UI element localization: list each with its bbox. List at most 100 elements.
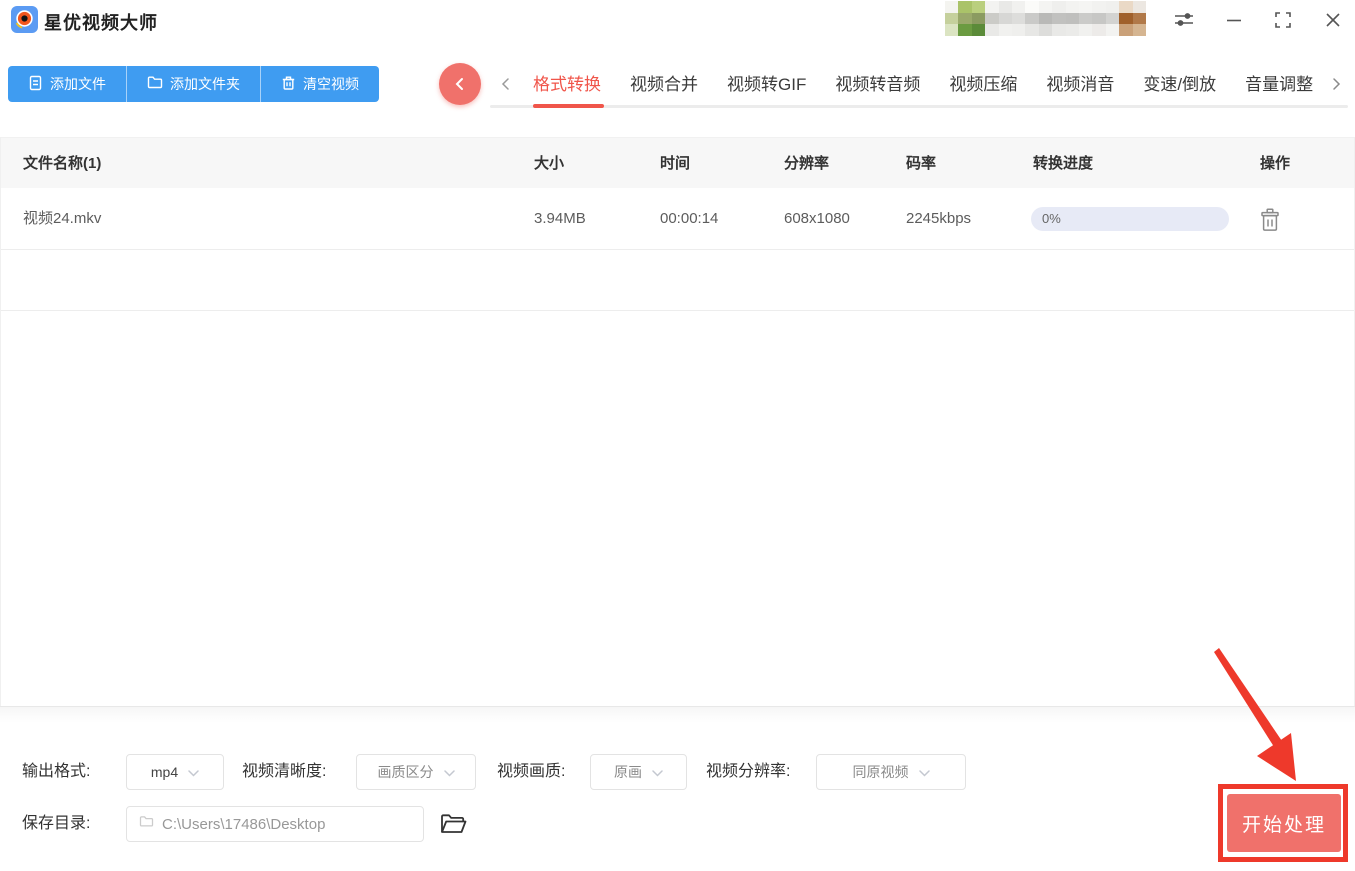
- chevron-down-icon: [188, 764, 199, 780]
- app-window: 星优视频大师 添加文件 添加文件夹 清空视频 格式转换 视频合并 视频转GIF …: [0, 0, 1355, 871]
- blur-pixel: [985, 1, 999, 13]
- blur-pixel: [971, 1, 986, 13]
- blur-pixel: [1052, 12, 1066, 25]
- blur-pixel: [958, 12, 972, 25]
- blur-pixel: [1052, 1, 1066, 13]
- save-dir-value: C:\Users\17486\Desktop: [162, 815, 326, 833]
- cell-resolution: 608x1080: [784, 210, 850, 227]
- close-button[interactable]: [1319, 6, 1347, 34]
- file-table: 文件名称(1) 大小 时间 分辨率 码率 转换进度 操作 视频24.mkv 3.…: [0, 137, 1355, 706]
- blur-pixel: [1119, 24, 1133, 36]
- blur-pixel: [1038, 1, 1053, 13]
- empty-row: [1, 250, 1354, 311]
- blur-pixel: [1011, 12, 1026, 25]
- tabs-scroll-left-icon[interactable]: [495, 74, 515, 94]
- blur-pixel: [945, 12, 959, 25]
- tab-volume-adjust[interactable]: 音量调整: [1245, 70, 1313, 95]
- blur-pixel: [1078, 24, 1093, 36]
- clear-videos-button[interactable]: 清空视频: [260, 66, 379, 102]
- save-dir-label: 保存目录:: [22, 815, 91, 832]
- settings-sliders-icon[interactable]: [1170, 6, 1198, 34]
- tabs-scroll-right-icon[interactable]: [1326, 74, 1346, 94]
- tab-format-convert[interactable]: 格式转换: [533, 70, 601, 95]
- file-toolbar: 添加文件 添加文件夹 清空视频: [8, 66, 379, 102]
- blur-pixel: [971, 24, 986, 36]
- blur-pixel: [958, 1, 972, 13]
- header-resolution: 分辨率: [784, 155, 830, 172]
- progress-bar: 0%: [1031, 207, 1229, 231]
- quality-label: 视频画质:: [497, 763, 566, 780]
- header-size: 大小: [534, 155, 565, 172]
- blur-pixel: [1132, 1, 1146, 13]
- header-filename: 文件名称(1): [23, 155, 102, 172]
- app-title: 星优视频大师: [44, 13, 158, 33]
- app-logo-icon: [11, 6, 38, 33]
- table-row: 视频24.mkv 3.94MB 00:00:14 608x1080 2245kb…: [1, 188, 1354, 250]
- blur-pixel: [1011, 24, 1026, 36]
- blur-pixel: [1119, 1, 1133, 13]
- clarity-select[interactable]: 画质区分: [356, 754, 476, 790]
- blur-pixel: [1065, 1, 1079, 13]
- blur-pixel: [1052, 24, 1066, 36]
- chevron-down-icon: [443, 764, 455, 780]
- trash-icon: [281, 75, 296, 94]
- chevron-down-icon: [918, 764, 930, 780]
- tab-video-merge[interactable]: 视频合并: [630, 70, 698, 95]
- blur-pixel: [1078, 12, 1093, 25]
- clear-videos-label: 清空视频: [303, 76, 359, 92]
- blur-pixel: [1025, 1, 1039, 13]
- tab-video-to-audio[interactable]: 视频转音频: [835, 70, 920, 95]
- blur-pixel: [1025, 24, 1039, 36]
- blur-pixel: [1025, 12, 1039, 25]
- blur-pixel: [1092, 24, 1106, 36]
- blur-pixel: [998, 12, 1012, 25]
- output-format-label: 输出格式:: [22, 763, 91, 780]
- tab-video-compress[interactable]: 视频压缩: [949, 70, 1017, 95]
- header-progress: 转换进度: [1033, 155, 1094, 172]
- minimize-button[interactable]: [1220, 6, 1248, 34]
- cell-duration: 00:00:14: [660, 210, 719, 227]
- output-format-select[interactable]: mp4: [126, 754, 224, 790]
- blur-pixel: [1092, 12, 1106, 25]
- resolution-value: 同原视频: [852, 764, 909, 780]
- blur-pixel: [1132, 12, 1146, 25]
- blur-pixel: [1011, 1, 1026, 13]
- output-settings-panel: 输出格式: mp4 视频清晰度: 画质区分 视频画质: 原画 视频分辨率: 同原…: [0, 706, 1355, 871]
- blur-pixel: [1119, 12, 1133, 25]
- blur-pixel: [985, 24, 999, 36]
- feature-tabs: 格式转换 视频合并 视频转GIF 视频转音频 视频压缩 视频消音 变速/倒放 音…: [533, 70, 1313, 95]
- save-dir-input[interactable]: C:\Users\17486\Desktop: [126, 806, 424, 842]
- blur-pixel: [958, 24, 972, 36]
- tab-video-mute[interactable]: 视频消音: [1046, 70, 1114, 95]
- user-account-blurred[interactable]: [945, 1, 1146, 36]
- blur-pixel: [945, 1, 959, 13]
- add-file-label: 添加文件: [50, 76, 106, 92]
- blur-pixel: [971, 12, 986, 25]
- chevron-down-icon: [652, 764, 663, 780]
- titlebar: 星优视频大师: [0, 0, 1355, 40]
- add-folder-button[interactable]: 添加文件夹: [126, 66, 260, 102]
- add-folder-label: 添加文件夹: [170, 76, 240, 92]
- tab-video-to-gif[interactable]: 视频转GIF: [727, 70, 806, 95]
- tab-track: [490, 105, 1348, 108]
- blur-pixel: [1105, 12, 1120, 25]
- blur-pixel: [1092, 1, 1106, 13]
- cell-bitrate: 2245kbps: [906, 210, 972, 227]
- blur-pixel: [1038, 24, 1053, 36]
- add-file-button[interactable]: 添加文件: [8, 66, 126, 102]
- start-processing-button[interactable]: 开始处理: [1227, 794, 1341, 852]
- blur-pixel: [1132, 24, 1146, 36]
- blur-pixel: [1065, 12, 1079, 25]
- clarity-label: 视频清晰度:: [242, 763, 327, 780]
- resolution-select[interactable]: 同原视频: [816, 754, 966, 790]
- delete-row-button[interactable]: [1258, 207, 1282, 233]
- folder-icon: [139, 815, 154, 833]
- quality-select[interactable]: 原画: [590, 754, 687, 790]
- collapse-tabs-button[interactable]: [439, 63, 481, 105]
- maximize-button[interactable]: [1269, 6, 1297, 34]
- blur-pixel: [1078, 1, 1093, 13]
- blur-pixel: [998, 24, 1012, 36]
- blur-pixel: [1105, 24, 1120, 36]
- tab-speed-reverse[interactable]: 变速/倒放: [1143, 70, 1216, 95]
- browse-folder-button[interactable]: [438, 810, 468, 838]
